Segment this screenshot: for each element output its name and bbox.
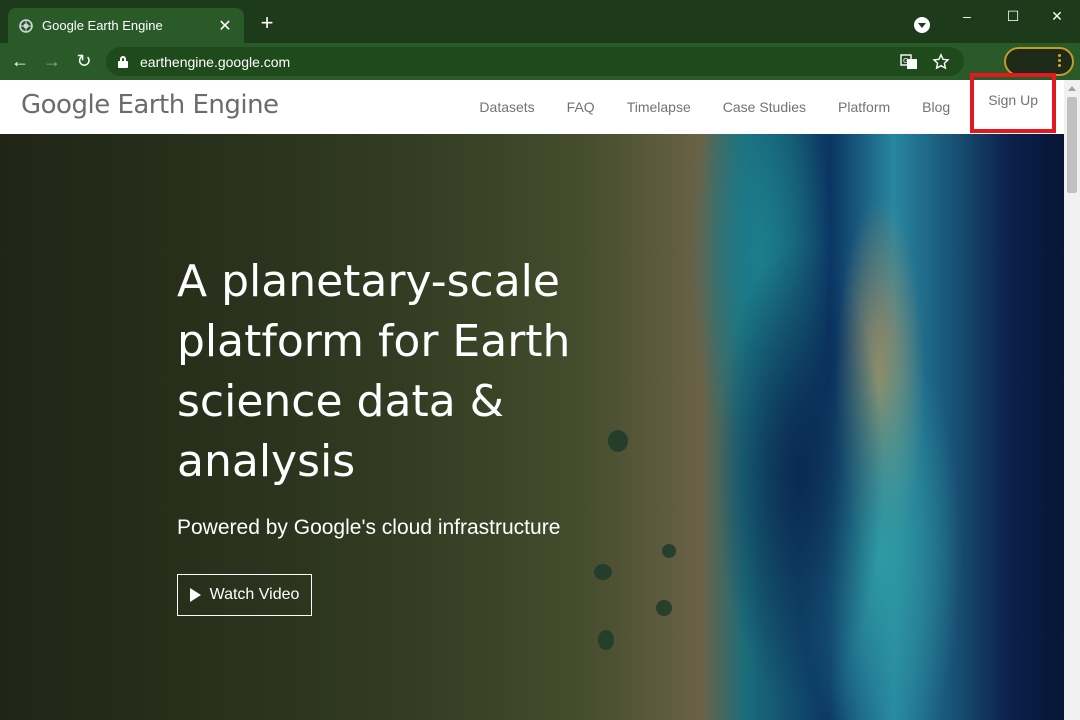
nav-faq[interactable]: FAQ — [551, 80, 611, 134]
maximize-button[interactable]: ☐ — [990, 4, 1036, 28]
tab-title: Google Earth Engine — [42, 18, 163, 33]
page-scrollbar[interactable] — [1064, 80, 1080, 720]
site-nav: Datasets FAQ Timelapse Case Studies Plat… — [463, 73, 1064, 134]
scroll-up-arrow-icon[interactable] — [1068, 86, 1076, 91]
url-text[interactable]: earthengine.google.com — [140, 54, 900, 70]
play-icon — [189, 588, 201, 602]
minimize-button[interactable]: – — [944, 4, 990, 28]
satellite-lake — [656, 600, 672, 616]
profile-button[interactable] — [1004, 47, 1074, 76]
tab-close-icon[interactable]: ✕ — [216, 16, 234, 36]
forward-button[interactable]: → — [40, 49, 64, 73]
address-bar[interactable]: earthengine.google.com G — [106, 47, 964, 76]
svg-text:G: G — [903, 57, 908, 65]
star-icon[interactable] — [932, 52, 950, 71]
tab-search-icon[interactable] — [914, 17, 930, 33]
browser-tab[interactable]: Google Earth Engine ✕ — [8, 8, 244, 43]
close-window-button[interactable]: ✕ — [1034, 4, 1080, 28]
satellite-lake — [594, 564, 612, 580]
browser-toolbar: ← → ↻ earthengine.google.com G — [0, 43, 1080, 80]
nav-case-studies[interactable]: Case Studies — [707, 80, 822, 134]
site-logo[interactable]: Google Earth Engine — [21, 90, 279, 120]
nav-blog[interactable]: Blog — [906, 80, 966, 134]
satellite-lake — [662, 544, 676, 558]
new-tab-button[interactable]: + — [256, 12, 278, 34]
satellite-lake — [598, 630, 614, 650]
back-button[interactable]: ← — [8, 49, 32, 73]
reload-button[interactable]: ↻ — [72, 49, 96, 73]
hero-heading: A planetary-scale platform for Earth sci… — [177, 256, 571, 487]
satellite-lake — [608, 430, 628, 452]
nav-datasets[interactable]: Datasets — [463, 80, 550, 134]
scroll-thumb[interactable] — [1067, 97, 1077, 193]
site-header: Google Earth Engine Datasets FAQ Timelap… — [0, 73, 1064, 134]
browser-title-bar: Google Earth Engine ✕ + – ☐ ✕ — [0, 0, 1080, 43]
hero-section: A planetary-scale platform for Earth sci… — [0, 134, 1064, 720]
earth-engine-favicon-icon — [19, 18, 33, 33]
translate-icon[interactable]: G — [900, 53, 918, 71]
menu-dots-icon[interactable] — [1058, 54, 1062, 70]
watch-video-button[interactable]: Watch Video — [177, 574, 312, 616]
nav-platform[interactable]: Platform — [822, 80, 906, 134]
hero-subheading: Powered by Google's cloud infrastructure — [177, 516, 561, 539]
nav-timelapse[interactable]: Timelapse — [611, 80, 707, 134]
watch-video-label: Watch Video — [209, 586, 300, 603]
lock-icon[interactable] — [118, 55, 128, 68]
nav-sign-up[interactable]: Sign Up — [970, 73, 1056, 133]
